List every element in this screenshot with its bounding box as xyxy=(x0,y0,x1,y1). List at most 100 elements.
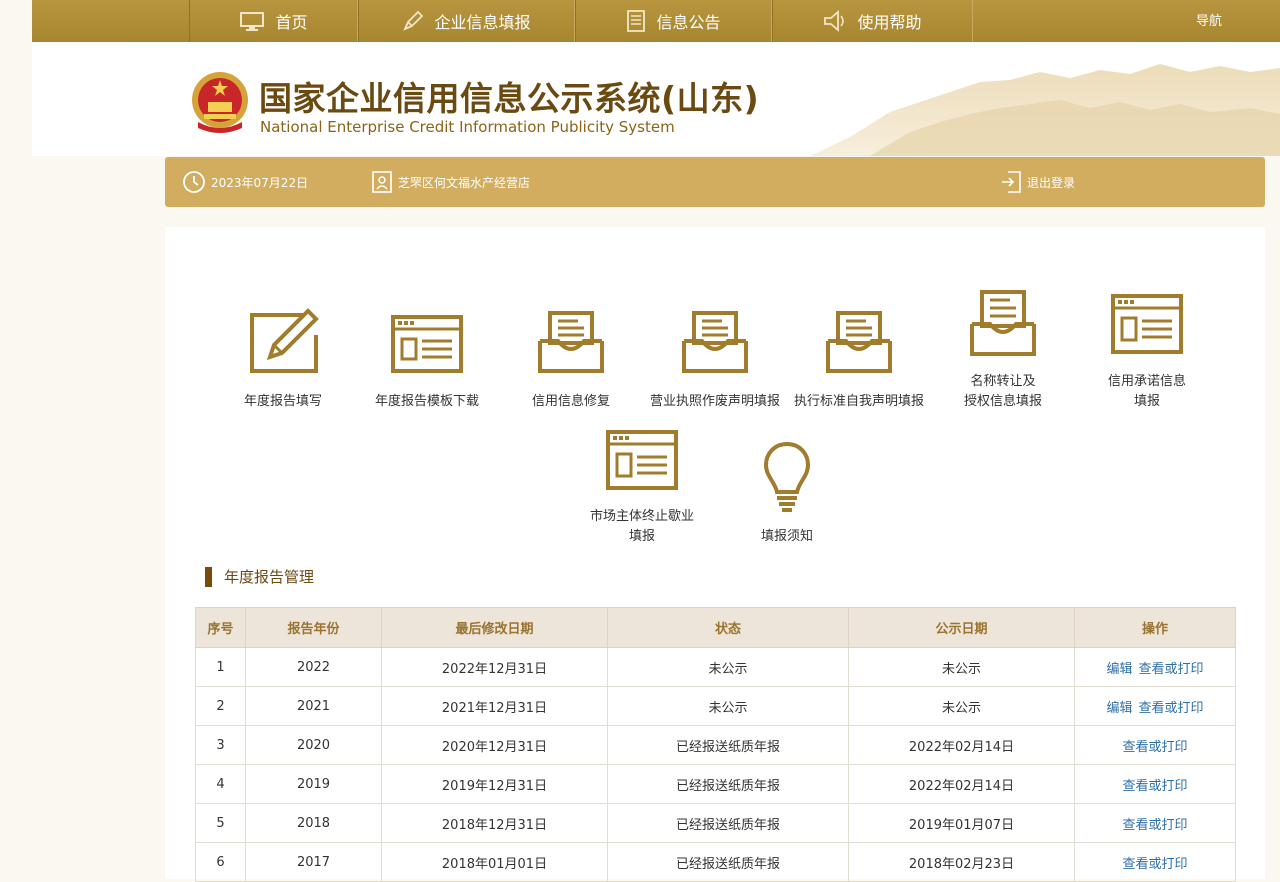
section-title-text: 年度报告管理 xyxy=(224,568,315,586)
cell-publish-date: 2019年01月07日 xyxy=(848,803,1075,843)
site-subtitle: National Enterprise Credit Information P… xyxy=(260,118,675,136)
cell-actions: 查看或打印 xyxy=(1074,803,1236,843)
tile-label: 名称转让及 授权信息填报 xyxy=(963,374,1042,409)
tile-credit-commitment[interactable]: 信用承诺信息 填报 xyxy=(1072,288,1222,413)
tile-label: 执行标准自我声明填报 xyxy=(793,394,924,409)
edit-link[interactable]: 编辑 xyxy=(1106,701,1132,716)
tile-market-termination[interactable]: 市场主体终止歇业 填报 xyxy=(567,426,717,548)
nav-help[interactable]: 使用帮助 xyxy=(772,0,973,42)
cell-status: 未公示 xyxy=(607,686,849,726)
cell-actions: 查看或打印 xyxy=(1074,842,1236,882)
tile-annual-report-fill[interactable]: 年度报告填写 xyxy=(208,305,358,415)
view-print-link[interactable]: 查看或打印 xyxy=(1122,740,1187,755)
section-marker xyxy=(205,566,212,587)
table-row: 5 2018 2018年12月31日 已经报送纸质年报 2019年01月07日 … xyxy=(195,803,1236,843)
cell-actions: 编辑 查看或打印 xyxy=(1074,647,1236,687)
cell-modified: 2018年01月01日 xyxy=(381,842,608,882)
col-header-index: 序号 xyxy=(195,607,246,648)
view-print-link[interactable]: 查看或打印 xyxy=(1122,818,1187,833)
inbox-icon xyxy=(538,311,604,373)
cell-year: 2018 xyxy=(245,803,382,843)
clock-icon xyxy=(183,171,205,193)
cell-publish-date: 未公示 xyxy=(848,647,1075,687)
mountain-illustration xyxy=(810,64,1280,156)
nav-home-label: 首页 xyxy=(275,13,308,32)
nav-help-label: 使用帮助 xyxy=(857,13,922,32)
document-icon xyxy=(627,10,646,32)
cell-index: 4 xyxy=(195,764,246,804)
current-date: 2023年07月22日 xyxy=(211,175,309,190)
nav-announcement[interactable]: 信息公告 xyxy=(575,0,772,42)
table-header-row: 序号 报告年份 最后修改日期 状态 公示日期 操作 xyxy=(195,607,1236,648)
col-header-modified: 最后修改日期 xyxy=(381,607,608,648)
tile-label: 市场主体终止歇业 填报 xyxy=(589,509,694,544)
date-display: 2023年07月22日 xyxy=(182,157,308,207)
cell-actions: 编辑 查看或打印 xyxy=(1074,686,1236,726)
cell-publish-date: 2022年02月14日 xyxy=(848,764,1075,804)
tile-filing-notice[interactable]: 填报须知 xyxy=(712,440,862,548)
view-print-link[interactable]: 查看或打印 xyxy=(1139,662,1204,677)
monitor-icon xyxy=(240,12,265,31)
cell-index: 5 xyxy=(195,803,246,843)
site-title: 国家企业信用信息公示系统(山东) xyxy=(259,79,760,118)
tile-label: 年度报告模板下载 xyxy=(374,394,479,409)
cell-publish-date: 2018年02月23日 xyxy=(848,842,1075,882)
inbox-icon xyxy=(682,311,748,373)
section-annual-report-management: 年度报告管理 xyxy=(205,566,314,587)
national-emblem-icon xyxy=(192,72,248,133)
tile-label: 营业执照作废声明填报 xyxy=(649,394,780,409)
site-banner: 国家企业信用信息公示系统(山东) National Enterprise Cre… xyxy=(32,42,1280,156)
cell-modified: 2022年12月31日 xyxy=(381,647,608,687)
table-row: 3 2020 2020年12月31日 已经报送纸质年报 2022年02月14日 … xyxy=(195,725,1236,765)
cell-status: 已经报送纸质年报 xyxy=(607,725,849,765)
cell-status: 未公示 xyxy=(607,647,849,687)
tile-name-transfer[interactable]: 名称转让及 授权信息填报 xyxy=(928,288,1078,413)
table-row: 6 2017 2018年01月01日 已经报送纸质年报 2018年02月23日 … xyxy=(195,842,1236,882)
company-name: 芝罘区何文福水产经营店 xyxy=(398,175,531,190)
lightbulb-icon xyxy=(763,441,811,512)
template-icon xyxy=(1111,294,1183,354)
table-row: 1 2022 2022年12月31日 未公示 未公示 编辑 查看或打印 xyxy=(195,647,1236,687)
view-print-link[interactable]: 查看或打印 xyxy=(1139,701,1204,716)
cell-modified: 2021年12月31日 xyxy=(381,686,608,726)
col-header-publish-date: 公示日期 xyxy=(848,607,1075,648)
inbox-icon xyxy=(826,311,892,373)
cell-index: 3 xyxy=(195,725,246,765)
tile-standard-declaration[interactable]: 执行标准自我声明填报 xyxy=(784,305,934,415)
col-header-actions: 操作 xyxy=(1074,607,1236,648)
tile-license-void[interactable]: 营业执照作废声明填报 xyxy=(640,305,790,415)
logout-button[interactable]: 退出登录 xyxy=(1000,157,1075,207)
nav-guide-link[interactable]: 导航 xyxy=(1196,10,1222,29)
table-row: 4 2019 2019年12月31日 已经报送纸质年报 2022年02月14日 … xyxy=(195,764,1236,804)
pen-icon xyxy=(403,10,424,31)
view-print-link[interactable]: 查看或打印 xyxy=(1122,779,1187,794)
cell-year: 2019 xyxy=(245,764,382,804)
nav-home[interactable]: 首页 xyxy=(189,0,358,42)
tile-credit-repair[interactable]: 信用信息修复 xyxy=(496,305,646,415)
view-print-link[interactable]: 查看或打印 xyxy=(1122,857,1187,872)
tile-label: 填报须知 xyxy=(760,529,813,544)
cell-status: 已经报送纸质年报 xyxy=(607,842,849,882)
edit-link[interactable]: 编辑 xyxy=(1106,662,1132,677)
cell-year: 2020 xyxy=(245,725,382,765)
nav-enterprise-report[interactable]: 企业信息填报 xyxy=(358,0,575,42)
nav-announcement-label: 信息公告 xyxy=(656,13,721,32)
cell-status: 已经报送纸质年报 xyxy=(607,764,849,804)
nav-enterprise-report-label: 企业信息填报 xyxy=(434,13,531,32)
cell-index: 1 xyxy=(195,647,246,687)
annual-report-table: 序号 报告年份 最后修改日期 状态 公示日期 操作 1 2022 2022年12… xyxy=(195,607,1236,882)
inbox-icon xyxy=(970,290,1036,356)
user-info-bar: 2023年07月22日 芝罘区何文福水产经营店 退出登录 xyxy=(165,157,1265,207)
tile-template-download[interactable]: 年度报告模板下载 xyxy=(352,305,502,415)
cell-index: 2 xyxy=(195,686,246,726)
cell-index: 6 xyxy=(195,842,246,882)
template-icon xyxy=(391,315,463,373)
cell-modified: 2018年12月31日 xyxy=(381,803,608,843)
cell-modified: 2019年12月31日 xyxy=(381,764,608,804)
logout-icon xyxy=(1002,171,1021,193)
cell-status: 已经报送纸质年报 xyxy=(607,803,849,843)
tile-label: 年度报告填写 xyxy=(243,394,322,409)
company-display: 芝罘区何文福水产经营店 xyxy=(371,157,530,207)
logout-label: 退出登录 xyxy=(1027,175,1076,190)
template-icon xyxy=(606,430,678,490)
